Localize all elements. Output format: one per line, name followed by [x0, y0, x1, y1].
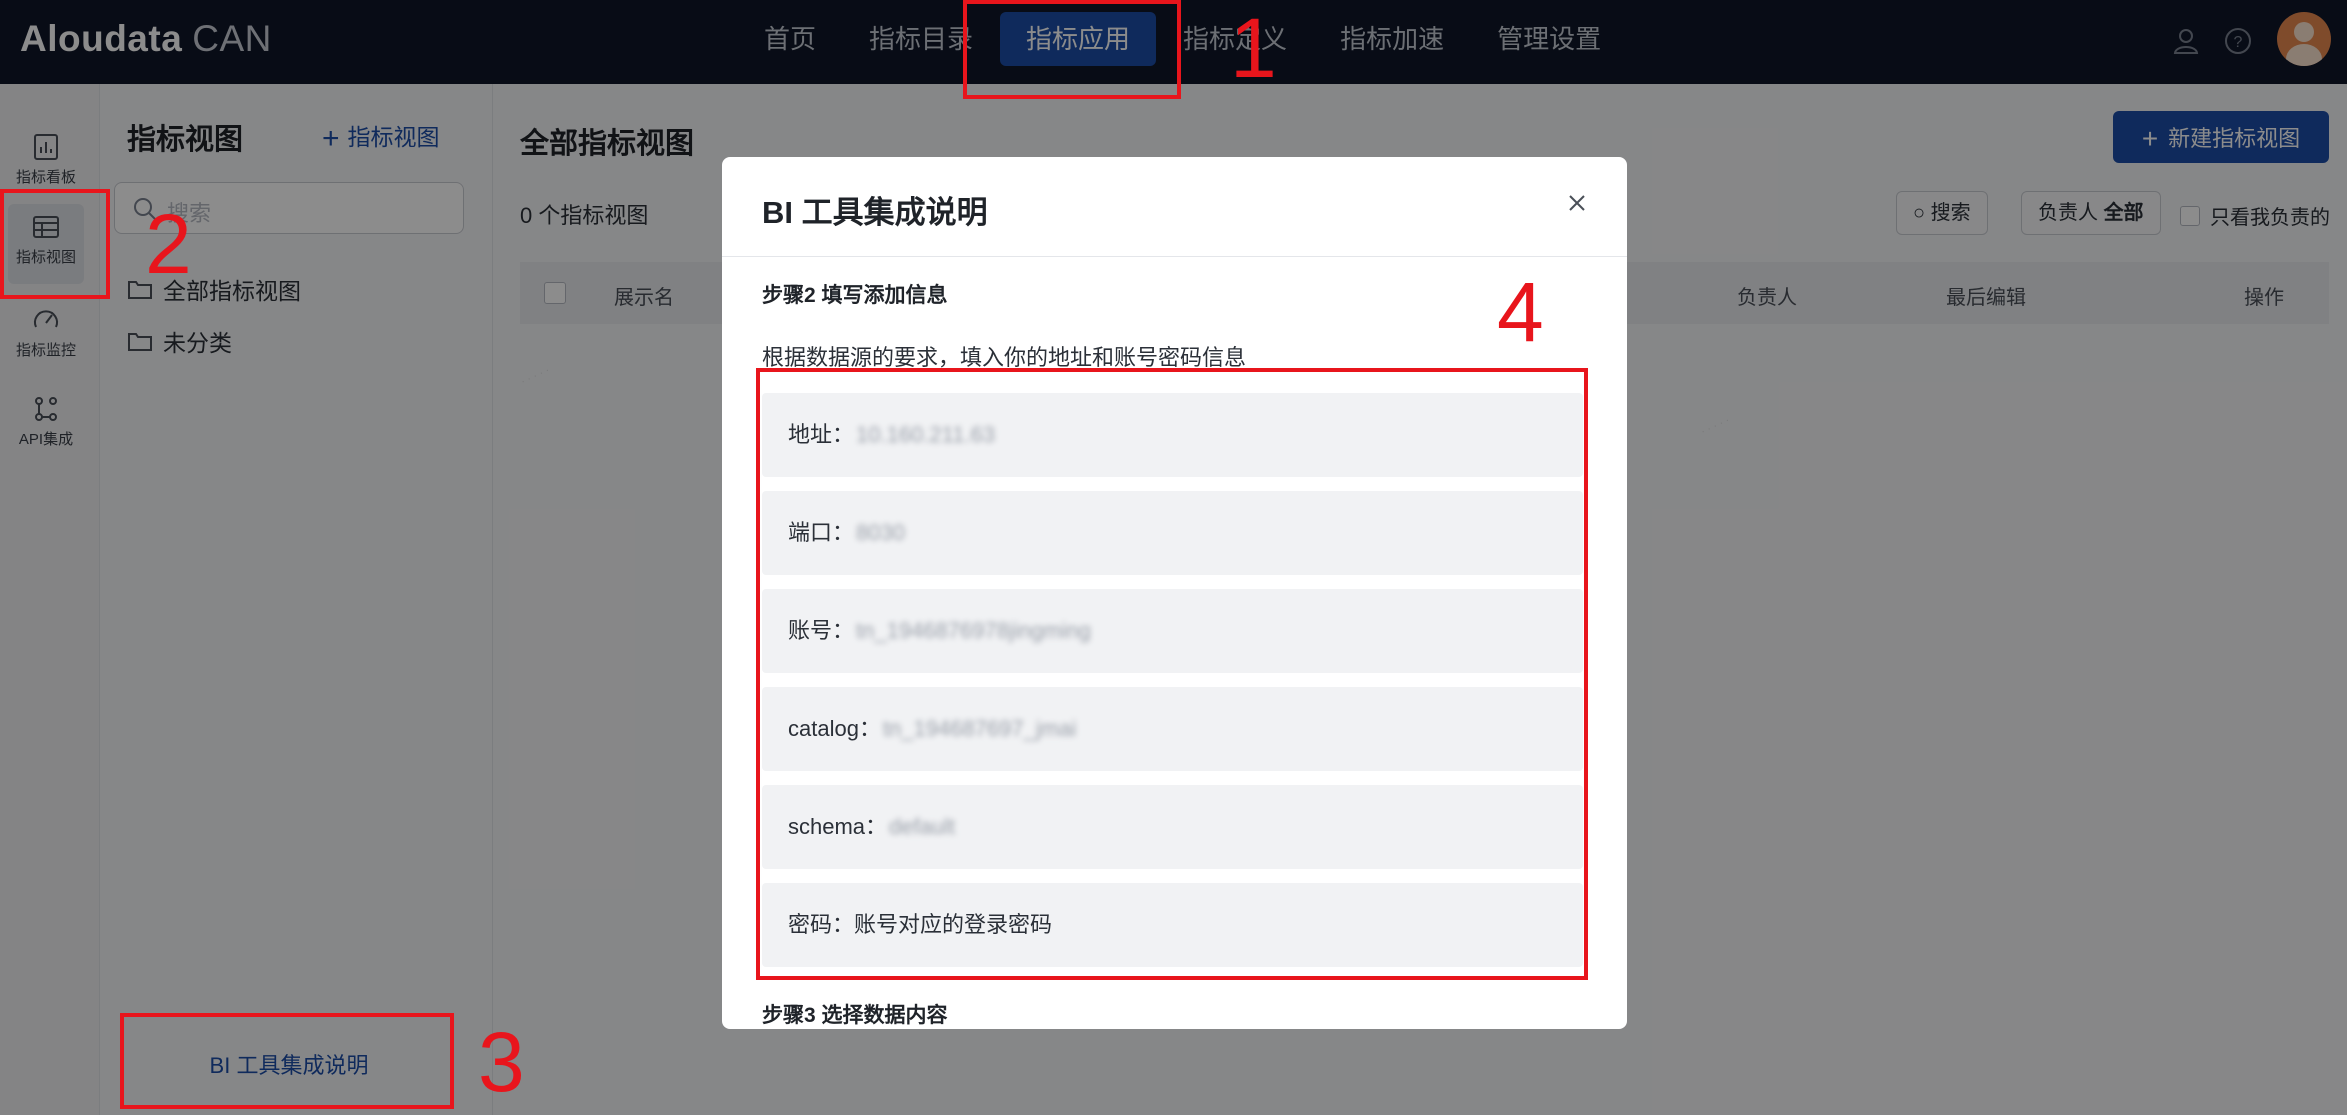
annotation-box-3 [120, 1013, 454, 1109]
annotation-box-2 [0, 189, 110, 299]
annotation-number-3: 3 [478, 1015, 525, 1109]
annotation-number-1: 1 [1230, 1, 1277, 95]
annotation-number-2: 2 [145, 197, 192, 291]
modal-header: BI 工具集成说明 [722, 157, 1627, 257]
close-icon[interactable] [1565, 191, 1589, 215]
annotation-box-4 [756, 368, 1588, 980]
step-3-heading: 步骤3 选择数据内容 [762, 1004, 948, 1027]
step-2-heading: 步骤2 填写添加信息 [762, 284, 948, 307]
annotation-box-1 [963, 0, 1181, 99]
annotation-number-4: 4 [1497, 265, 1544, 359]
modal-title: BI 工具集成说明 [762, 195, 988, 230]
